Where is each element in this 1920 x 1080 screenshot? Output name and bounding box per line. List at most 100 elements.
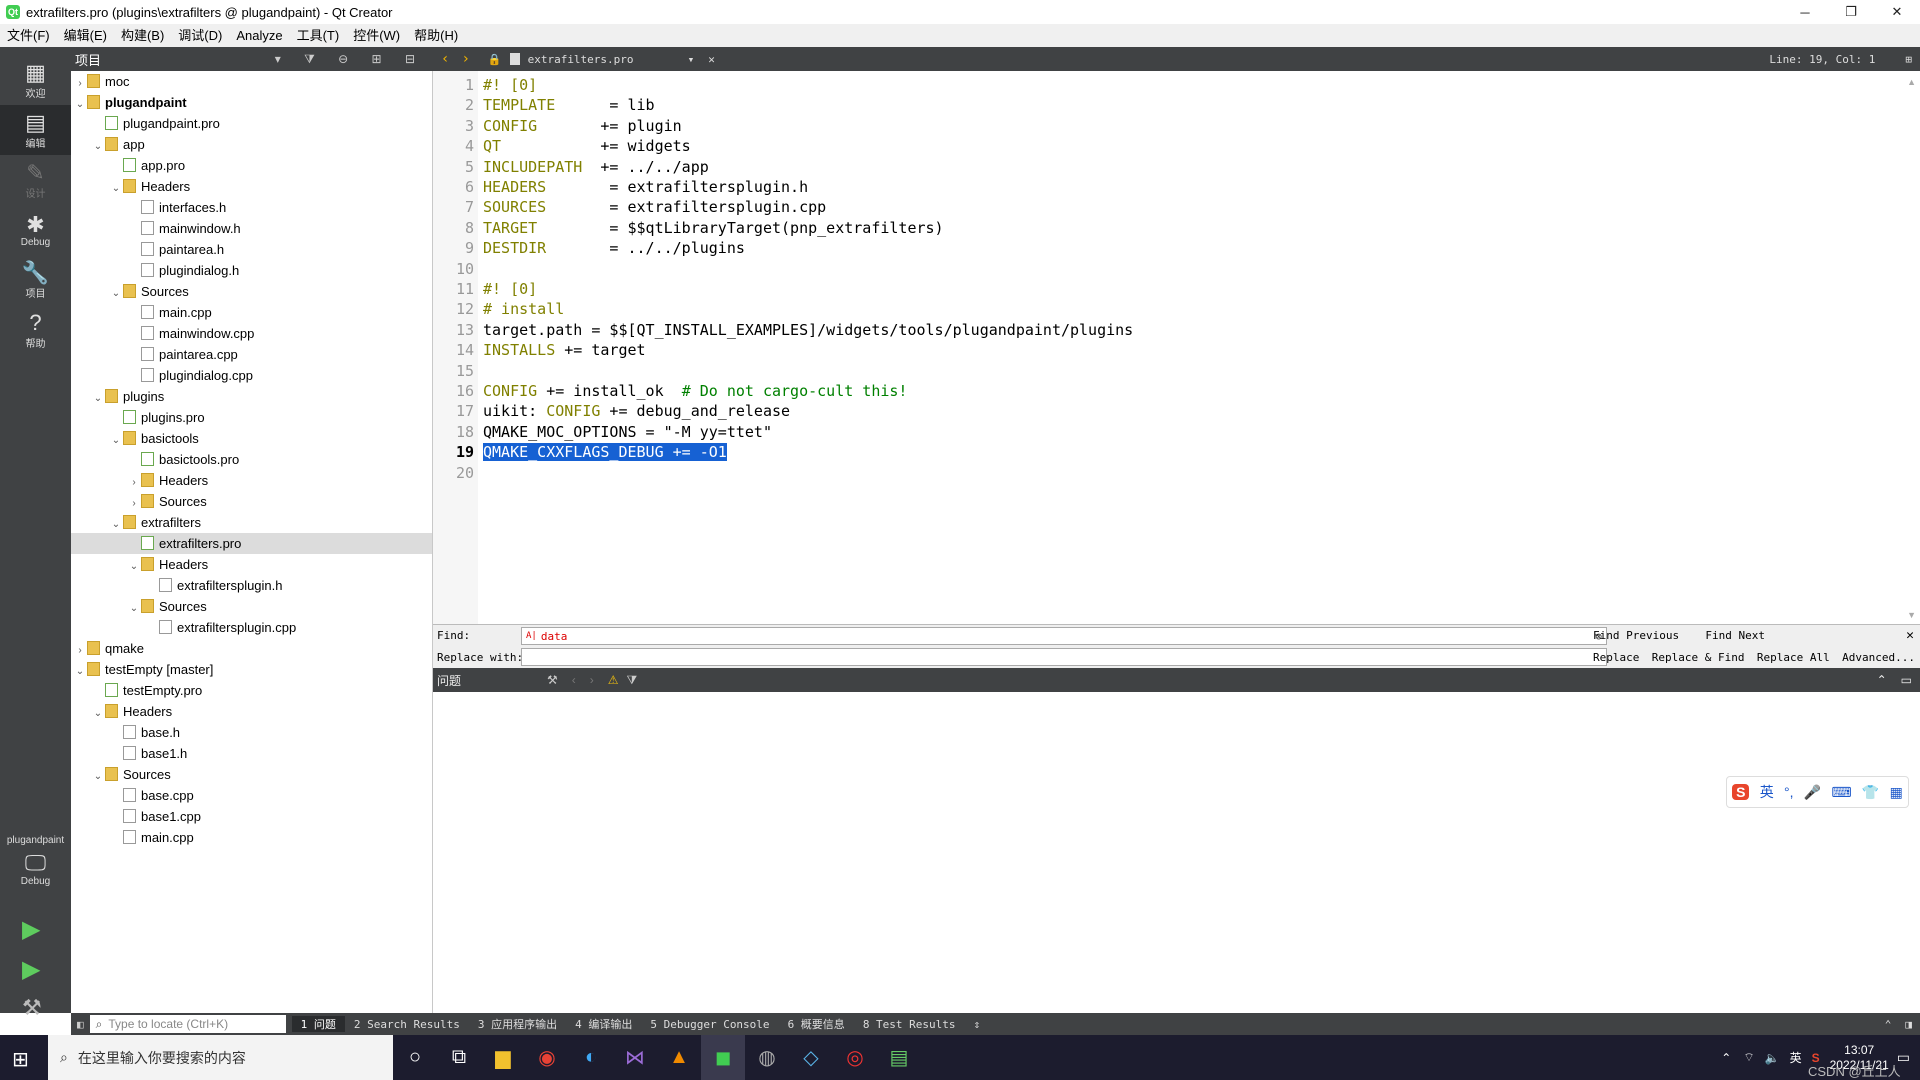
tree-item[interactable]: ⌄ Sources <box>71 281 432 304</box>
panel-tools[interactable]: ▾ ⧩ ⊖ ⊞ ⊟ <box>275 52 425 67</box>
chevron-down-icon[interactable]: ⌄ <box>73 94 87 115</box>
minimize-button[interactable]: ─ <box>1782 0 1828 24</box>
warning-icon[interactable]: ⚠ <box>608 673 619 687</box>
locator-input[interactable]: ⌕ Type to locate (Ctrl+K) <box>89 1015 286 1033</box>
taskbar-search[interactable]: ⌕ 在这里输入你要搜索的内容 <box>48 1035 393 1080</box>
tree-item[interactable]: › moc <box>71 71 432 94</box>
chevron-right-icon[interactable]: › <box>127 472 141 493</box>
tree-item[interactable]: base.cpp <box>71 785 432 806</box>
notes-icon[interactable]: ◇ <box>789 1035 833 1080</box>
mode-projects[interactable]: 🔧 项目 <box>0 255 71 305</box>
replace-find-button[interactable]: Replace & Find <box>1652 651 1745 664</box>
back-arrow-icon[interactable]: ‹ <box>441 51 449 67</box>
pane-general-messages[interactable]: 6 概要信息 <box>779 1016 854 1032</box>
tree-item[interactable]: main.cpp <box>71 302 432 323</box>
tree-item[interactable]: ⌄ app <box>71 134 432 157</box>
ime-keyboard-icon[interactable]: ⌨ <box>1831 784 1851 801</box>
task-view-icon[interactable]: ⧉ <box>437 1035 481 1080</box>
file-explorer-icon[interactable]: ▆ <box>481 1035 525 1080</box>
chevron-down-icon[interactable]: ⌄ <box>127 598 141 619</box>
tree-item[interactable]: paintarea.cpp <box>71 344 432 365</box>
toggle-sidebar-icon[interactable]: ◧ <box>77 1018 84 1031</box>
filter-icon[interactable]: ⧩ <box>627 673 638 688</box>
tree-item[interactable]: mainwindow.cpp <box>71 323 432 344</box>
ime-language[interactable]: 英 <box>1760 782 1774 802</box>
windows-start-icon[interactable]: ⊞ <box>12 1047 29 1072</box>
restore-button[interactable]: ❐ <box>1828 0 1874 24</box>
tree-item[interactable]: main.cpp <box>71 827 432 848</box>
chevron-down-icon[interactable]: ⌄ <box>91 136 105 157</box>
code-line[interactable]: #! [0] <box>483 75 537 95</box>
code-line[interactable]: QT += widgets <box>483 136 691 156</box>
browser-icon[interactable]: ◐ <box>569 1035 613 1080</box>
mode-design[interactable]: ✎ 设计 <box>0 155 71 205</box>
pane-app-output[interactable]: 3 应用程序输出 <box>469 1016 566 1032</box>
tree-item[interactable]: extrafiltersplugin.cpp <box>71 617 432 638</box>
vlc-icon[interactable]: ▲ <box>657 1035 701 1080</box>
chevron-down-icon[interactable]: ⌄ <box>127 556 141 577</box>
tree-item[interactable]: plugindialog.h <box>71 260 432 281</box>
ime-toolbar[interactable]: S 英 °, 🎤 ⌨ 👕 ▦ <box>1726 776 1909 808</box>
code-line[interactable]: DESTDIR = ../../plugins <box>483 238 745 258</box>
tree-item[interactable]: paintarea.h <box>71 239 432 260</box>
code-line[interactable]: SOURCES = extrafiltersplugin.cpp <box>483 197 826 217</box>
run-icon[interactable]: ▶ <box>22 915 40 944</box>
menu-file[interactable]: 文件(F) <box>0 24 57 47</box>
chrome-icon[interactable]: ◉ <box>525 1035 569 1080</box>
find-options-icon[interactable]: A| <box>526 631 537 641</box>
tree-item[interactable]: › qmake <box>71 638 432 659</box>
code-line[interactable]: CONFIG += plugin <box>483 116 682 136</box>
maximize-output-icon[interactable]: ⌃ <box>1885 1018 1892 1031</box>
code-line[interactable]: HEADERS = extrafiltersplugin.h <box>483 177 808 197</box>
qt-creator-taskbar-icon[interactable]: ◼ <box>701 1035 745 1080</box>
mode-edit[interactable]: ▤ 编辑 <box>0 105 71 155</box>
code-line[interactable]: #! [0] <box>483 279 537 299</box>
pane-debugger-console[interactable]: 5 Debugger Console <box>641 1018 778 1031</box>
find-previous-button[interactable]: Find Previous <box>1593 629 1679 642</box>
dropdown-arrow-icon[interactable]: ▾ <box>688 53 695 66</box>
menu-widgets[interactable]: 控件(W) <box>346 24 407 47</box>
chevron-down-icon[interactable]: ⌄ <box>91 703 105 724</box>
tree-item[interactable]: app.pro <box>71 155 432 176</box>
chevron-down-icon[interactable]: ⌄ <box>91 388 105 409</box>
chevron-right-icon[interactable]: › <box>73 73 87 94</box>
mode-help[interactable]: ? 帮助 <box>0 305 71 355</box>
chevron-down-icon[interactable]: ⌄ <box>109 283 123 304</box>
tree-item[interactable]: mainwindow.h <box>71 218 432 239</box>
ime-punctuation[interactable]: °, <box>1784 784 1794 800</box>
close-find-icon[interactable]: ✕ <box>1906 628 1914 643</box>
tree-item[interactable]: ⌄ plugins <box>71 386 432 409</box>
forward-arrow-icon[interactable]: › <box>461 51 469 67</box>
tree-item[interactable]: extrafiltersplugin.h <box>71 575 432 596</box>
tree-item[interactable]: ⌄ Headers <box>71 554 432 577</box>
pane-issues[interactable]: 1 问题 <box>291 1016 345 1032</box>
chart-app-icon[interactable]: ▤ <box>877 1035 921 1080</box>
record-icon[interactable]: ◎ <box>833 1035 877 1080</box>
target-selector[interactable]: plugandpaint 🖵 Debug <box>0 835 71 887</box>
code-line[interactable]: CONFIG += install_ok # Do not cargo-cult… <box>483 381 907 401</box>
tree-item[interactable]: ⌄ plugandpaint <box>71 92 432 115</box>
tree-item[interactable]: extrafilters.pro <box>71 533 432 554</box>
toggle-right-sidebar-icon[interactable]: ◨ <box>1905 1018 1912 1031</box>
split-icon[interactable]: ⊞ <box>1905 53 1912 66</box>
code-line[interactable]: target.path = $$[QT_INSTALL_EXAMPLES]/wi… <box>483 320 1133 340</box>
tree-item[interactable]: ⌄ Headers <box>71 701 432 724</box>
volume-icon[interactable]: 🔈 <box>1765 1051 1780 1065</box>
scroll-up-icon[interactable]: ▲ <box>1907 77 1916 87</box>
advanced-button[interactable]: Advanced... <box>1842 651 1915 664</box>
code-line[interactable]: QMAKE_MOC_OPTIONS = "-M yy=ttet" <box>483 422 772 442</box>
chevron-down-icon[interactable]: ⌄ <box>91 766 105 787</box>
visual-studio-icon[interactable]: ⋈ <box>613 1035 657 1080</box>
replace-button[interactable]: Replace <box>1593 651 1639 664</box>
close-button[interactable]: ✕ <box>1874 0 1920 24</box>
chevron-down-icon[interactable]: ⌄ <box>109 430 123 451</box>
debug-run-icon[interactable]: ▶ <box>22 955 40 984</box>
menu-analyze[interactable]: Analyze <box>229 24 289 47</box>
more-panes-icon[interactable]: ⇕ <box>965 1018 990 1031</box>
mode-debug[interactable]: ✱ Debug <box>0 205 71 255</box>
tree-item[interactable]: ⌄ extrafilters <box>71 512 432 533</box>
tree-item[interactable]: base1.cpp <box>71 806 432 827</box>
replace-all-button[interactable]: Replace All <box>1757 651 1830 664</box>
find-next-button[interactable]: Find Next <box>1705 629 1765 642</box>
code-line[interactable]: TEMPLATE = lib <box>483 95 655 115</box>
